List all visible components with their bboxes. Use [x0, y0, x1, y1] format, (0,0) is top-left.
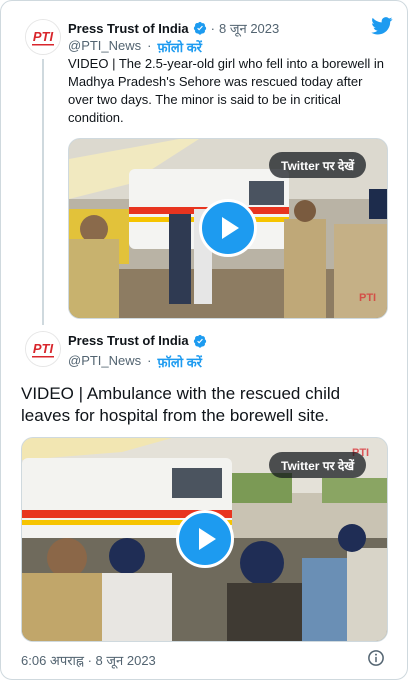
play-button[interactable]: [199, 199, 257, 257]
handle-row: @PTI_News · फ़ॉलो करें: [68, 38, 202, 56]
avatar[interactable]: PTI: [25, 331, 61, 367]
view-on-twitter-button[interactable]: Twitter पर देखें: [269, 452, 367, 478]
verified-badge-icon: [193, 334, 206, 348]
handle-row: @PTI_News · फ़ॉलो करें: [68, 353, 202, 371]
follow-button[interactable]: फ़ॉलो करें: [158, 353, 202, 371]
video-watermark: PTI: [359, 292, 376, 304]
verified-badge-icon: [193, 21, 206, 35]
author-name[interactable]: Press Trust of India: [68, 21, 189, 36]
thread-connector-line: [42, 59, 44, 325]
tweet-date[interactable]: 8 जून 2023: [219, 19, 279, 37]
pti-logo-text: PTI: [33, 341, 54, 356]
tweet-text: VIDEO | Ambulance with the rescued child…: [21, 384, 341, 425]
author-name[interactable]: Press Trust of India: [68, 333, 189, 348]
author-handle[interactable]: @PTI_News: [68, 38, 141, 56]
avatar[interactable]: PTI: [25, 19, 61, 55]
pti-logo-text: PTI: [33, 29, 54, 44]
tweet-header: Press Trust of India · 8 जून 2023: [68, 19, 280, 37]
follow-button[interactable]: फ़ॉलो करें: [158, 38, 202, 56]
pti-logo-icon: PTI: [26, 20, 60, 54]
pti-logo-icon: PTI: [26, 332, 60, 366]
view-on-twitter-button[interactable]: Twitter पर देखें: [269, 152, 367, 178]
info-icon[interactable]: [367, 649, 385, 667]
tweet-text: VIDEO | The 2.5-year-old girl who fell i…: [68, 56, 385, 125]
tweet-header: Press Trust of India: [68, 333, 207, 348]
tweet-timestamp[interactable]: 6:06 अपराह्न · 8 जून 2023: [21, 651, 156, 669]
twitter-bird-icon[interactable]: [371, 17, 393, 35]
video-player[interactable]: PTI Twitter पर देखें: [68, 138, 388, 319]
play-button[interactable]: [176, 510, 234, 568]
video-player[interactable]: PTI Twitter पर देखें: [21, 437, 388, 642]
author-handle[interactable]: @PTI_News: [68, 353, 141, 371]
embedded-tweet-card: PTI Press Trust of India · 8 जून 2023 @P…: [0, 0, 408, 680]
